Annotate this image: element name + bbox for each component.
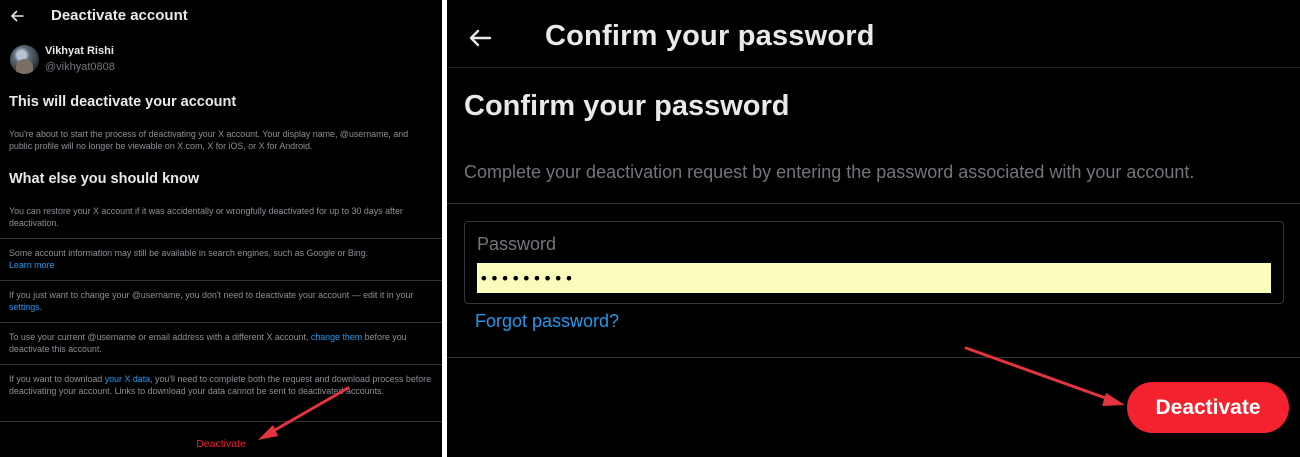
search-engine-text: Some account information may still be av…	[9, 248, 369, 258]
username-info: If you just want to change your @usernam…	[9, 289, 433, 313]
password-input[interactable]	[477, 263, 1271, 293]
page-title: Deactivate account	[51, 7, 188, 24]
download-text: If you want to download	[9, 374, 103, 384]
divider	[447, 203, 1300, 204]
download-info: If you want to download your X data, you…	[9, 373, 433, 397]
deactivate-button[interactable]: Deactivate	[0, 438, 442, 450]
change-them-link[interactable]: change them	[311, 332, 362, 342]
search-engine-info: Some account information may still be av…	[9, 247, 433, 271]
username-text: If you just want to change your @usernam…	[9, 290, 414, 300]
email-info: To use your current @username or email a…	[9, 331, 433, 355]
divider	[0, 322, 442, 323]
password-field[interactable]: Password	[464, 221, 1284, 304]
section-heading-know: What else you should know	[9, 171, 200, 187]
arrow-left-icon[interactable]	[8, 6, 26, 26]
confirm-password-panel: Confirm your password Confirm your passw…	[447, 0, 1300, 457]
avatar[interactable]	[10, 45, 39, 74]
email-text: To use your current @username or email a…	[9, 332, 309, 342]
your-x-data-link[interactable]: your X data	[105, 374, 150, 384]
deactivate-button[interactable]: Deactivate	[1127, 382, 1289, 433]
password-label: Password	[477, 234, 557, 254]
intro-text: You're about to start the process of dea…	[9, 129, 409, 152]
settings-link[interactable]: settings	[9, 302, 40, 312]
section-heading-deactivate: This will deactivate your account	[9, 94, 237, 110]
section-heading: Confirm your password	[464, 90, 790, 122]
profile-handle: @vikhyat0808	[45, 61, 115, 73]
divider	[0, 364, 442, 365]
divider	[0, 238, 442, 239]
divider	[0, 421, 442, 422]
description-text: Complete your deactivation request by en…	[464, 162, 1195, 182]
forgot-password-link[interactable]: Forgot password?	[475, 311, 619, 332]
page-title: Confirm your password	[545, 20, 875, 52]
learn-more-link[interactable]: Learn more	[9, 260, 54, 270]
restore-info: You can restore your X account if it was…	[9, 206, 403, 229]
divider	[447, 357, 1300, 358]
profile-name: Vikhyat Rishi	[45, 45, 114, 57]
arrow-left-icon[interactable]	[467, 26, 493, 50]
username-text-end: .	[39, 302, 43, 313]
divider	[0, 280, 442, 281]
divider	[447, 67, 1300, 68]
header: Deactivate account	[0, 0, 442, 34]
deactivate-account-panel: Deactivate account Vikhyat Rishi @vikhya…	[0, 0, 442, 457]
